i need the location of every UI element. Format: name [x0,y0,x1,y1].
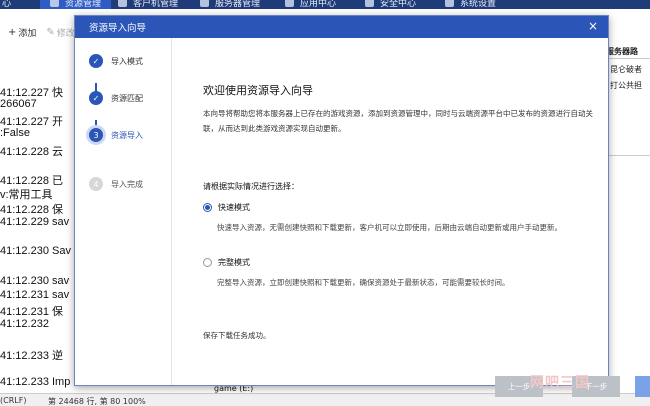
nav-item-label: 系统设置 [460,0,497,9]
log-line: 41:12.233 Imp [0,376,71,388]
log-line: 41:12.229 sav [0,216,70,228]
close-icon[interactable]: × [586,19,600,33]
quick-mode-label: 快速模式 [218,203,250,212]
nav-item-server-management[interactable]: 服务器管理 [200,0,260,9]
dialog-title-bar: 资源导入向导 × [75,16,608,38]
monitor-icon [118,0,127,7]
step-resource-import[interactable]: 3 资源导入 [89,127,143,143]
dialog-title: 资源导入向导 [89,23,147,34]
step-number: 3 [89,128,103,142]
log-line: 41:12.232 [0,318,49,330]
radio-unselected-icon [203,258,212,267]
app-grid-icon [285,0,294,7]
nav-item-client-management[interactable]: 客户机管理 [118,0,178,9]
shield-icon [365,0,374,7]
nav-item-label: 应用中心 [300,0,337,9]
server-row[interactable]: 昆仑破者 [610,64,642,75]
add-button-label: 添加 [18,28,37,39]
gear-icon [445,0,454,7]
quick-mode-radio[interactable]: 快速模式 [203,202,250,213]
step-resource-match[interactable]: ✓ 资源匹配 [89,90,143,106]
nav-item-label: 服务器管理 [215,0,261,9]
wizard-content: 欢迎使用资源导入向导 本向导将帮助您将本服务器上已存在的游戏资源，添加到资源管理… [173,38,650,397]
nav-item-security-center[interactable]: 安全中心 [365,0,416,9]
full-mode-label: 完整模式 [218,258,250,267]
step-import-complete[interactable]: 4 导入完成 [89,176,143,192]
status-bar: (CRLF) 第 24468 行, 第 80 100% [0,393,650,406]
line-ending-status: (CRLF) [0,396,27,405]
log-line: 41:12.231 sav [0,289,70,301]
watermark-logo: 网吧三国 [530,375,590,391]
edit-button[interactable]: ✎ 修改 [46,26,74,39]
top-nav-bar: 心 资源管理 客户机管理 服务器管理 应用中心 安全中心 系统设置 [0,0,650,9]
background-toolbar: + 添加 ✎ 修改 [0,22,75,42]
check-icon: ✓ [89,54,103,68]
add-button[interactable]: + 添加 [8,26,36,39]
import-wizard-dialog: 资源导入向导 × ✓ 导入模式 ✓ 资源匹配 3 资源导入 4 导入完成 欢迎使… [74,15,650,397]
divider [606,58,650,59]
log-line: 41:12.230 Sav [0,245,71,257]
choose-mode-label: 请根据实际情况进行选择： [203,182,299,191]
full-mode-description: 完整导入资源，立即创建快照和下载更新，确保资源处于最新状态，可能需要较长时间。 [217,278,510,287]
cancel-button[interactable]: 取消 [635,376,650,397]
nav-item-app-center[interactable]: 应用中心 [285,0,336,9]
log-line: 41:12.231 保 [0,306,63,318]
plus-icon: + [8,26,17,38]
cursor-position-status: 第 24468 行, 第 80 100% [48,397,146,406]
log-line: 41:12.228 保 [0,204,63,216]
resource-icon [50,0,59,7]
wizard-steps: ✓ 导入模式 ✓ 资源匹配 3 资源导入 4 导入完成 [75,38,172,385]
welcome-title: 欢迎使用资源导入向导 [203,84,313,97]
log-line: 41:12.228 云 [0,146,63,158]
quick-mode-description: 快速导入资源，无需创建快照和下载更新，客户机可以立即使用，后期由云端自动更新或用… [217,223,562,232]
nav-item-system-settings[interactable]: 系统设置 [445,0,496,9]
check-icon: ✓ [89,91,103,105]
nav-item-label: 心 [2,0,12,9]
step-label: 资源导入 [111,130,143,140]
step-label: 资源匹配 [111,93,143,103]
step-import-mode[interactable]: ✓ 导入模式 [89,53,143,69]
server-panel-header: 服务器路 [606,47,638,56]
nav-item-label: 资源管理 [65,0,102,9]
full-mode-radio[interactable]: 完整模式 [203,257,250,268]
welcome-description: 本向导将帮助您将本服务器上已存在的游戏资源，添加到资源管理中，同时与云端资源平台… [203,109,593,133]
step-number: 4 [89,177,103,191]
log-line: 41:12.233 逆 [0,350,63,362]
nav-item-resource-management[interactable]: 资源管理 [40,0,112,9]
log-line: :False [0,127,30,139]
background-server-panel: 服务器路 昆仑破者 打公共担 [606,40,650,160]
edit-button-label: 修改 [56,28,75,39]
radio-selected-icon [203,203,212,212]
log-line: 41:12.230 sav [0,275,70,287]
nav-item-label: 安全中心 [380,0,417,9]
save-status-message: 保存下载任务成功。 [203,331,271,340]
screen: 心 资源管理 客户机管理 服务器管理 应用中心 安全中心 系统设置 + 添加 ✎… [0,0,650,406]
step-label: 导入模式 [111,56,143,66]
nav-item-home[interactable]: 心 [2,0,11,9]
server-row[interactable]: 打公共担 [610,80,642,91]
pencil-icon: ✎ [46,26,55,38]
nav-item-label: 客户机管理 [133,0,179,9]
server-icon [200,0,209,7]
log-line: v:常用工具 [0,189,53,201]
log-line: 266067 [0,98,37,110]
divider [606,155,650,156]
step-label: 导入完成 [111,179,143,189]
